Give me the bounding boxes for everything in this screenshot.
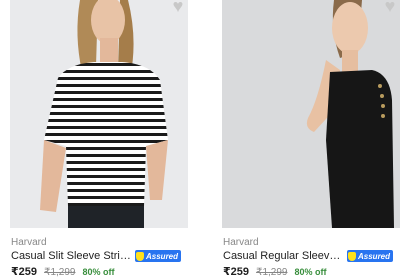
- assured-label: Assured: [146, 251, 179, 261]
- product-card[interactable]: ♥ Harvard Casual Slit Sleeve Striped ...…: [0, 0, 188, 278]
- product-photo: [10, 0, 188, 228]
- product-price: ₹259: [11, 266, 38, 278]
- product-discount: 80% off: [294, 267, 327, 277]
- assured-label: Assured: [358, 251, 391, 261]
- product-title[interactable]: Casual Slit Sleeve Striped ...: [11, 250, 131, 262]
- product-title-row[interactable]: Casual Regular Sleeve Solid... Assured: [223, 249, 400, 263]
- product-mrp: ₹1,299: [44, 267, 76, 278]
- product-title[interactable]: Casual Regular Sleeve Solid...: [223, 250, 343, 262]
- product-title-row[interactable]: Casual Slit Sleeve Striped ... Assured: [11, 249, 188, 263]
- heart-icon[interactable]: ♥: [168, 0, 188, 16]
- product-discount: 80% off: [82, 267, 115, 277]
- price-row: ₹259 ₹1,299 80% off: [11, 265, 115, 278]
- product-brand: Harvard: [223, 237, 259, 248]
- assured-badge: Assured: [347, 250, 394, 262]
- shield-icon: [136, 251, 144, 261]
- product-brand: Harvard: [11, 237, 47, 248]
- product-image[interactable]: [10, 0, 188, 228]
- price-row: ₹259 ₹1,299 80% off: [223, 265, 327, 278]
- heart-icon[interactable]: ♥: [380, 0, 400, 16]
- product-image[interactable]: [222, 0, 400, 228]
- product-price: ₹259: [223, 266, 250, 278]
- product-mrp: ₹1,299: [256, 267, 288, 278]
- product-photo: [222, 0, 400, 228]
- shield-icon: [348, 251, 356, 261]
- product-card[interactable]: ♥ Harvard Casual Regular Sleeve Solid...…: [212, 0, 400, 278]
- assured-badge: Assured: [135, 250, 182, 262]
